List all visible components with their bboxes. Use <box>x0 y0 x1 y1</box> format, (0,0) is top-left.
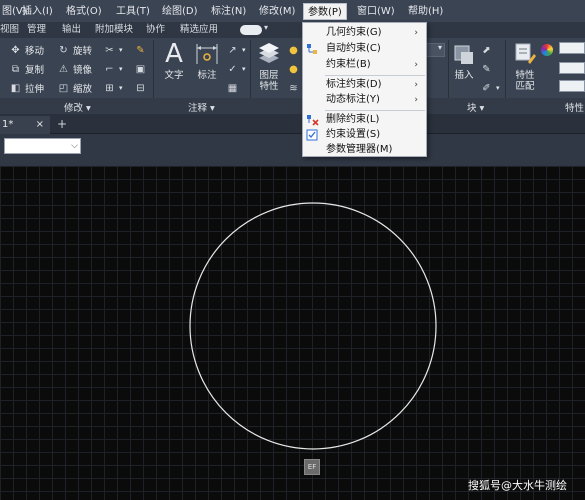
move-icon: ✥ <box>11 44 20 56</box>
layer-properties-tool[interactable]: 图层 特性 <box>254 40 284 92</box>
menu-divider <box>325 110 425 111</box>
rotate-tool[interactable]: ↻ 旋转 <box>57 42 92 58</box>
document-tab[interactable]: 1* × <box>0 116 50 134</box>
menu-item-dynamic-dimensions[interactable]: 动态标注(Y) › <box>303 92 426 108</box>
tab-collaborate[interactable]: 协作 <box>146 23 165 37</box>
stretch-icon: ◧ <box>10 82 21 94</box>
chevron-down-icon[interactable]: ▾ <box>264 23 268 32</box>
chevron-right-icon: › <box>414 95 418 105</box>
mirror-tool[interactable]: ⚠ 镜像 <box>57 61 92 77</box>
tab-output[interactable]: 输出 <box>62 23 81 37</box>
tab-manage[interactable]: 管理 <box>27 23 46 37</box>
menu-window[interactable]: 窗口(W) <box>353 3 399 20</box>
array-icon[interactable]: ⊞ ▾ <box>103 80 122 96</box>
create-block-icon[interactable]: ⬈ <box>480 42 496 58</box>
tab-addins[interactable]: 附加模块 <box>95 23 133 37</box>
move-tool[interactable]: ✥ 移动 <box>9 42 44 58</box>
view-toolbar: ⌵ <box>0 134 585 166</box>
menu-item-dimensional-constraints[interactable]: 标注约束(D) › <box>303 77 426 93</box>
mirror-icon: ⚠ <box>59 63 68 75</box>
document-tab-strip: 1* × + <box>0 114 585 134</box>
ribbon-panel: ✥ 移动 ↻ 旋转 ⧉ 复制 ⚠ 镜像 ◧ 拉伸 ◰ 缩放 ✂ ▾ ✎ ⌐ ▾ ▣ ⊞ ▾ ⊟ 修… <box>0 38 585 114</box>
menu-format[interactable]: 格式(O) <box>62 3 106 20</box>
drawn-circle[interactable] <box>189 202 437 450</box>
view-dropdown[interactable]: ⌵ <box>4 138 81 154</box>
chevron-right-icon: › <box>414 28 418 38</box>
tab-featured-apps[interactable]: 精选应用 <box>180 23 218 37</box>
annotation-group-label[interactable]: 注释 ▾ <box>188 100 215 114</box>
fillet-icon[interactable]: ⌐ ▾ <box>103 61 122 77</box>
ribbon-tabs: 视图 管理 输出 附加模块 协作 精选应用 ▾ <box>0 22 585 38</box>
menu-item-geometric-constraints[interactable]: 几何约束(G) › <box>303 25 426 41</box>
layers-icon <box>259 43 279 63</box>
layer-match-icon[interactable]: ≋ <box>287 80 303 96</box>
scale-tool[interactable]: ◰ 缩放 <box>57 80 92 96</box>
stretch-tool[interactable]: ◧ 拉伸 <box>9 80 44 96</box>
leader-icon[interactable]: ↗ ▾ <box>226 42 245 58</box>
dimension-icon <box>196 44 218 64</box>
lightbulb-icon[interactable]: ● <box>287 42 303 58</box>
menu-item-auto-constrain[interactable]: 自动约束(C) <box>303 41 426 57</box>
menu-dimension[interactable]: 标注(N) <box>207 3 250 20</box>
block-group-label[interactable]: 块 ▾ <box>467 100 484 114</box>
text-icon: A <box>165 39 183 69</box>
property-list-icon-3[interactable] <box>559 78 585 94</box>
chevron-right-icon: › <box>414 60 418 70</box>
menu-draw[interactable]: 绘图(D) <box>158 3 202 20</box>
copy-tool[interactable]: ⧉ 复制 <box>9 61 44 77</box>
offset-icon[interactable]: ⊟ <box>134 80 150 96</box>
block-attribute-icon[interactable]: ✐ ▾ <box>480 80 499 96</box>
properties-group-label[interactable]: 特性 <box>565 100 584 114</box>
table-icon[interactable]: ✓ ▾ <box>226 61 245 77</box>
menu-modify[interactable]: 修改(M) <box>255 3 299 20</box>
trim-icon[interactable]: ✂ ▾ <box>103 42 122 58</box>
dimension-tool[interactable]: 标注 <box>192 40 222 82</box>
auto-constrain-icon <box>307 44 317 54</box>
match-properties-tool[interactable]: 特性 匹配 <box>510 40 540 92</box>
layer-state-icon[interactable]: ● <box>287 61 303 77</box>
parametric-menu: 几何约束(G) › 自动约束(C) 约束栏(B) › 标注约束(D) › 动态标注(Y… <box>302 22 427 157</box>
menu-parametric[interactable]: 参数(P) <box>303 3 347 20</box>
new-tab-button[interactable]: + <box>57 117 67 131</box>
drawing-svg <box>189 202 437 450</box>
property-list-icon-2[interactable] <box>559 60 585 76</box>
watermark: 搜狐号@大水牛测绘 <box>468 479 567 492</box>
chevron-right-icon: › <box>414 80 418 90</box>
tab-view[interactable]: 视图 <box>0 23 19 37</box>
insert-icon <box>454 45 473 64</box>
close-icon[interactable]: × <box>36 116 44 134</box>
erase-icon[interactable]: ✎ <box>134 42 150 58</box>
explode-icon[interactable]: ▣ <box>134 61 150 77</box>
menu-item-delete-constraints[interactable]: 删除约束(L) <box>303 112 426 128</box>
scale-icon: ◰ <box>58 82 69 94</box>
edit-block-icon[interactable]: ✎ <box>480 61 496 77</box>
grid-table-icon[interactable]: ▦ <box>226 80 242 96</box>
menu-insert[interactable]: 插入(I) <box>18 3 57 20</box>
copy-icon: ⧉ <box>11 63 20 75</box>
constraint-settings-icon <box>306 129 318 141</box>
menu-tools[interactable]: 工具(T) <box>112 3 154 20</box>
drawing-canvas[interactable] <box>0 166 585 500</box>
property-list-icon[interactable] <box>559 40 585 56</box>
menu-item-constraint-bar[interactable]: 约束栏(B) › <box>303 57 426 73</box>
menu-bar: 图(V) 插入(I) 格式(O) 工具(T) 绘图(D) 标注(N) 修改(M)… <box>0 0 585 22</box>
text-tool[interactable]: A 文字 <box>160 40 188 82</box>
color-wheel-icon[interactable] <box>541 42 556 58</box>
match-properties-icon <box>515 43 536 64</box>
insert-block-tool[interactable]: 插入 <box>451 40 477 82</box>
chevron-down-icon: ▾ <box>437 43 442 52</box>
modify-group-label[interactable]: 修改 ▾ <box>64 100 91 114</box>
menu-help[interactable]: 帮助(H) <box>404 3 447 20</box>
rotate-icon: ↻ <box>59 44 68 56</box>
menu-item-parameters-manager[interactable]: 参数管理器(M) <box>303 142 426 158</box>
delete-constraint-icon <box>307 115 319 126</box>
menu-divider <box>325 75 425 76</box>
chevron-down-icon: ⌵ <box>71 141 78 151</box>
menu-item-constraint-settings[interactable]: 约束设置(S) <box>303 127 426 143</box>
viewcube-icon[interactable]: EF <box>304 459 320 475</box>
ribbon-toggle-pill[interactable] <box>240 25 262 35</box>
